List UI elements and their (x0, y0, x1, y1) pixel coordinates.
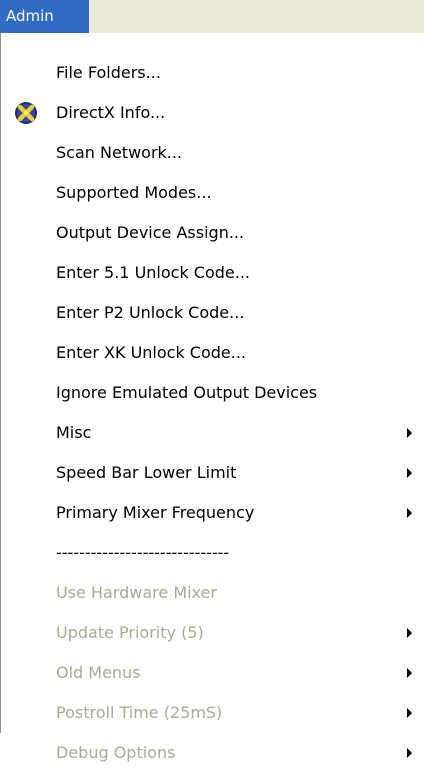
menubar: Admin (0, 0, 424, 33)
menu-item-label: Misc (56, 423, 92, 442)
menu-separator: ------------------------------ (1, 533, 424, 573)
menu-item-enter-p2-unlock-code[interactable]: Enter P2 Unlock Code... (1, 293, 424, 333)
menu-item-misc[interactable]: Misc (1, 413, 424, 453)
menu-item-label: Scan Network... (56, 143, 183, 162)
menu-item-label: Enter XK Unlock Code... (56, 343, 247, 362)
menu-item-label: Use Hardware Mixer (56, 583, 217, 602)
menu-item-output-device-assign[interactable]: Output Device Assign... (1, 213, 424, 253)
menu-item-debug-options: Debug Options (1, 733, 424, 773)
menu-item-label: Output Device Assign... (56, 223, 245, 242)
submenu-arrow-icon (407, 748, 412, 758)
menu-separator-text: ------------------------------ (56, 543, 230, 562)
menu-item-enter-xk-unlock-code[interactable]: Enter XK Unlock Code... (1, 333, 424, 373)
menu-item-label: Debug Options (56, 743, 176, 762)
submenu-arrow-icon (407, 708, 412, 718)
submenu-arrow-icon (407, 628, 412, 638)
directx-icon (15, 102, 37, 124)
menu-item-label: Ignore Emulated Output Devices (56, 383, 318, 402)
menu-item-use-hardware-mixer: Use Hardware Mixer (1, 573, 424, 613)
menu-item-enter-5-1-unlock-code[interactable]: Enter 5.1 Unlock Code... (1, 253, 424, 293)
submenu-arrow-icon (407, 668, 412, 678)
menu-item-label: Old Menus (56, 663, 141, 682)
submenu-arrow-icon (407, 428, 412, 438)
menu-item-label: Enter P2 Unlock Code... (56, 303, 245, 322)
menu-item-speed-bar-lower-limit[interactable]: Speed Bar Lower Limit (1, 453, 424, 493)
menu-item-scan-network[interactable]: Scan Network... (1, 133, 424, 173)
menu-item-old-menus: Old Menus (1, 653, 424, 693)
menu-item-label: Supported Modes... (56, 183, 212, 202)
menu-item-label: Postroll Time (25mS) (56, 703, 223, 722)
menu-item-supported-modes[interactable]: Supported Modes... (1, 173, 424, 213)
menu-item-label: Speed Bar Lower Limit (56, 463, 237, 482)
admin-dropdown-menu: File Folders... DirectX Info... Scan Net… (0, 33, 424, 762)
menu-item-label: Enter 5.1 Unlock Code... (56, 263, 251, 282)
menu-item-label: DirectX Info... (56, 103, 166, 122)
menu-item-postroll-time: Postroll Time (25mS) (1, 693, 424, 733)
menu-item-directx-info[interactable]: DirectX Info... (1, 93, 424, 133)
menu-item-update-priority: Update Priority (5) (1, 613, 424, 653)
menu-item-label: Primary Mixer Frequency (56, 503, 255, 522)
menu-item-label: Update Priority (5) (56, 623, 204, 642)
menu-item-primary-mixer-frequency[interactable]: Primary Mixer Frequency (1, 493, 424, 533)
admin-menu-title[interactable]: Admin (0, 0, 89, 33)
submenu-arrow-icon (407, 508, 412, 518)
submenu-arrow-icon (407, 468, 412, 478)
menu-item-file-folders[interactable]: File Folders... (1, 53, 424, 93)
menu-item-label: File Folders... (56, 63, 161, 82)
menu-item-ignore-emulated-output-devices[interactable]: Ignore Emulated Output Devices (1, 373, 424, 413)
